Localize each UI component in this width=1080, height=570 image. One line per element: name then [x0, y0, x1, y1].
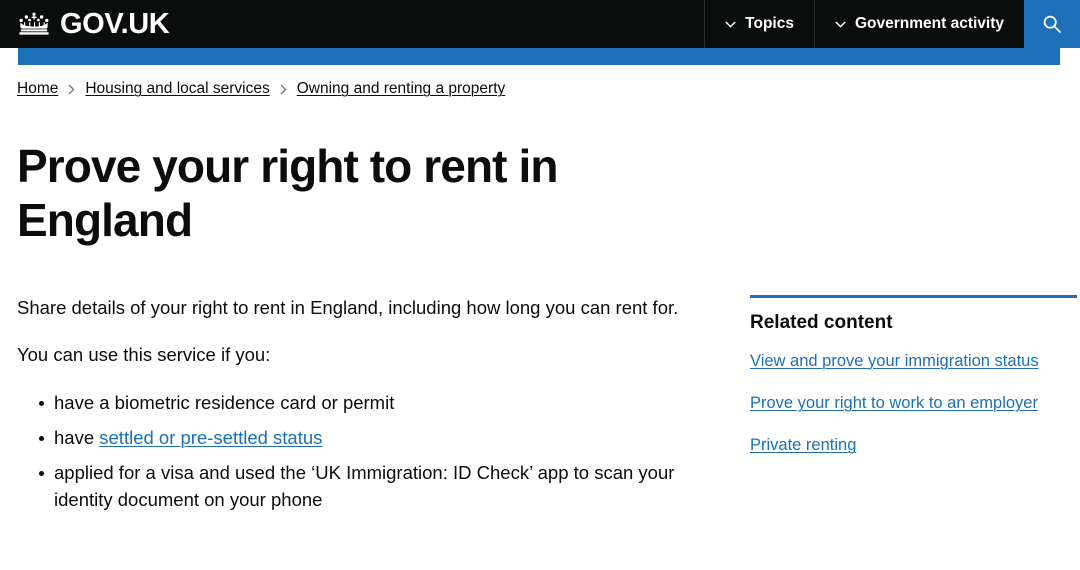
page-content: Prove your right to rent in England Shar… — [0, 139, 1080, 521]
list-item: have a biometric residence card or permi… — [17, 390, 711, 417]
breadcrumb-item-home[interactable]: Home — [17, 80, 58, 98]
main-column: Share details of your right to rent in E… — [17, 295, 711, 522]
header-navigation: Topics Government activity — [704, 0, 1080, 48]
chevron-down-icon — [725, 20, 736, 28]
list-item: applied for a visa and used the ‘UK Immi… — [17, 460, 711, 514]
eligibility-lead-paragraph: You can use this service if you: — [17, 344, 271, 366]
header-spacer — [169, 0, 704, 48]
govuk-logo[interactable]: GOV.UK — [0, 0, 170, 48]
breadcrumb-item-owning-and-renting-a-property[interactable]: Owning and renting a property — [297, 80, 506, 98]
search-icon — [1043, 15, 1061, 33]
list-item-text: applied for a visa and used the ‘UK Immi… — [54, 461, 675, 510]
list-item: have settled or pre-settled status — [17, 425, 711, 452]
aside-column: Related content View and prove your immi… — [711, 294, 1077, 522]
nav-item-topics-label: Topics — [745, 15, 794, 32]
search-button[interactable] — [1024, 0, 1080, 48]
list-item-text: have a biometric residence card or permi… — [54, 392, 395, 414]
intro-paragraph: Share details of your right to rent in E… — [17, 296, 679, 318]
header-accent-bar — [18, 48, 1060, 65]
chevron-right-icon — [280, 84, 287, 94]
related-link-private-renting[interactable]: Private renting — [750, 435, 1077, 456]
nav-item-government-activity-label: Government activity — [854, 15, 1004, 32]
nav-item-government-activity[interactable]: Government activity — [813, 0, 1024, 48]
eligibility-list: have a biometric residence card or permi… — [17, 390, 711, 513]
chevron-right-icon — [68, 84, 75, 94]
breadcrumb: Home Housing and local services Owning a… — [0, 65, 1080, 98]
header-accent-bar-row — [0, 48, 1080, 65]
related-content-heading: Related content — [750, 311, 893, 333]
settled-status-link[interactable]: settled or pre-settled status — [99, 427, 322, 448]
list-item-text: have — [54, 426, 100, 448]
govuk-wordmark: GOV.UK — [60, 7, 170, 40]
crown-icon — [19, 12, 49, 35]
nav-item-topics[interactable]: Topics — [704, 0, 814, 48]
global-header: GOV.UK Topics Government activity — [0, 0, 1080, 48]
related-link-immigration-status[interactable]: View and prove your immigration status — [750, 351, 1077, 372]
page-title: Prove your right to rent in England — [17, 140, 558, 247]
breadcrumb-item-housing-and-local-services[interactable]: Housing and local services — [85, 80, 269, 98]
content-columns: Share details of your right to rent in E… — [17, 294, 1077, 522]
related-link-right-to-work[interactable]: Prove your right to work to an employer — [750, 393, 1077, 414]
chevron-down-icon — [835, 20, 846, 28]
related-content-box: Related content View and prove your immi… — [750, 294, 1077, 457]
